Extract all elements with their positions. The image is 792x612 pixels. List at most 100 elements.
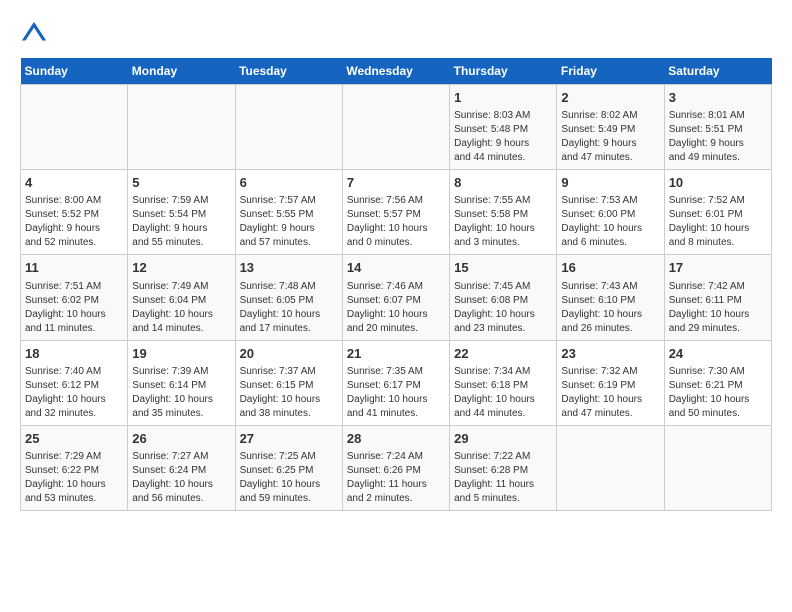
day-number: 10 — [669, 174, 767, 192]
calendar-cell: 23 Sunrise: 7:32 AM Sunset: 6:19 PM Dayli… — [557, 340, 664, 425]
day-header-saturday: Saturday — [664, 58, 771, 85]
day-info: Sunrise: 7:48 AM Sunset: 6:05 PM Dayligh… — [240, 280, 338, 336]
day-info: Sunrise: 7:35 AM Sunset: 6:17 PM Dayligh… — [347, 365, 445, 421]
day-number: 8 — [454, 174, 552, 192]
day-number: 4 — [25, 174, 123, 192]
day-number: 9 — [561, 174, 659, 192]
day-header-wednesday: Wednesday — [342, 58, 449, 85]
calendar-cell: 20 Sunrise: 7:37 AM Sunset: 6:15 PM Dayli… — [235, 340, 342, 425]
calendar-cell: 13Sunrise: 7:48 AM Sunset: 6:05 PM Dayli… — [235, 255, 342, 340]
calendar-cell: 25 Sunrise: 7:29 AM Sunset: 6:22 PM Dayli… — [21, 425, 128, 510]
calendar-cell: 10Sunrise: 7:52 AM Sunset: 6:01 PM Dayli… — [664, 170, 771, 255]
day-number: 23 — [561, 345, 659, 363]
day-info: Sunrise: 7:30 AM Sunset: 6:21 PM Dayligh… — [669, 365, 767, 421]
day-number: 24 — [669, 345, 767, 363]
day-header-monday: Monday — [128, 58, 235, 85]
calendar-cell: 6 Sunrise: 7:57 AM Sunset: 5:55 PM Daylig… — [235, 170, 342, 255]
day-info: Sunrise: 7:57 AM Sunset: 5:55 PM Dayligh… — [240, 194, 338, 250]
day-info: Sunrise: 8:01 AM Sunset: 5:51 PM Dayligh… — [669, 109, 767, 165]
day-info: Sunrise: 7:45 AM Sunset: 6:08 PM Dayligh… — [454, 280, 552, 336]
day-info: Sunrise: 7:46 AM Sunset: 6:07 PM Dayligh… — [347, 280, 445, 336]
day-number: 27 — [240, 430, 338, 448]
calendar-cell: 8 Sunrise: 7:55 AM Sunset: 5:58 PM Daylig… — [450, 170, 557, 255]
calendar-week-row: 4 Sunrise: 8:00 AM Sunset: 5:52 PM Daylig… — [21, 170, 772, 255]
day-info: Sunrise: 8:03 AM Sunset: 5:48 PM Dayligh… — [454, 109, 552, 165]
calendar-cell — [235, 85, 342, 170]
day-number: 18 — [25, 345, 123, 363]
calendar-cell — [342, 85, 449, 170]
day-number: 6 — [240, 174, 338, 192]
calendar-cell: 17 Sunrise: 7:42 AM Sunset: 6:11 PM Dayli… — [664, 255, 771, 340]
day-info: Sunrise: 8:00 AM Sunset: 5:52 PM Dayligh… — [25, 194, 123, 250]
calendar-cell — [557, 425, 664, 510]
logo-icon — [20, 20, 48, 48]
day-number: 3 — [669, 89, 767, 107]
calendar-cell: 4 Sunrise: 8:00 AM Sunset: 5:52 PM Daylig… — [21, 170, 128, 255]
day-header-thursday: Thursday — [450, 58, 557, 85]
calendar-cell: 1 Sunrise: 8:03 AM Sunset: 5:48 PM Daylig… — [450, 85, 557, 170]
calendar-cell: 11 Sunrise: 7:51 AM Sunset: 6:02 PM Dayli… — [21, 255, 128, 340]
day-info: Sunrise: 7:22 AM Sunset: 6:28 PM Dayligh… — [454, 450, 552, 506]
logo — [20, 20, 52, 48]
calendar-cell: 14Sunrise: 7:46 AM Sunset: 6:07 PM Dayli… — [342, 255, 449, 340]
calendar-week-row: 18 Sunrise: 7:40 AM Sunset: 6:12 PM Dayli… — [21, 340, 772, 425]
calendar-cell: 2 Sunrise: 8:02 AM Sunset: 5:49 PM Daylig… — [557, 85, 664, 170]
calendar-week-row: 1 Sunrise: 8:03 AM Sunset: 5:48 PM Daylig… — [21, 85, 772, 170]
calendar-header-row: SundayMondayTuesdayWednesdayThursdayFrid… — [21, 58, 772, 85]
calendar-cell: 22 Sunrise: 7:34 AM Sunset: 6:18 PM Dayli… — [450, 340, 557, 425]
calendar-cell: 5 Sunrise: 7:59 AM Sunset: 5:54 PM Daylig… — [128, 170, 235, 255]
calendar-cell: 26 Sunrise: 7:27 AM Sunset: 6:24 PM Dayli… — [128, 425, 235, 510]
calendar-cell: 29 Sunrise: 7:22 AM Sunset: 6:28 PM Dayli… — [450, 425, 557, 510]
calendar-cell: 3 Sunrise: 8:01 AM Sunset: 5:51 PM Daylig… — [664, 85, 771, 170]
day-info: Sunrise: 7:51 AM Sunset: 6:02 PM Dayligh… — [25, 280, 123, 336]
day-number: 21 — [347, 345, 445, 363]
day-info: Sunrise: 7:34 AM Sunset: 6:18 PM Dayligh… — [454, 365, 552, 421]
day-info: Sunrise: 7:53 AM Sunset: 6:00 PM Dayligh… — [561, 194, 659, 250]
day-info: Sunrise: 7:43 AM Sunset: 6:10 PM Dayligh… — [561, 280, 659, 336]
day-number: 29 — [454, 430, 552, 448]
day-number: 28 — [347, 430, 445, 448]
day-number: 11 — [25, 259, 123, 277]
day-info: Sunrise: 7:37 AM Sunset: 6:15 PM Dayligh… — [240, 365, 338, 421]
day-number: 15 — [454, 259, 552, 277]
day-header-tuesday: Tuesday — [235, 58, 342, 85]
day-info: Sunrise: 7:42 AM Sunset: 6:11 PM Dayligh… — [669, 280, 767, 336]
day-info: Sunrise: 7:56 AM Sunset: 5:57 PM Dayligh… — [347, 194, 445, 250]
calendar-week-row: 25 Sunrise: 7:29 AM Sunset: 6:22 PM Dayli… — [21, 425, 772, 510]
day-info: Sunrise: 7:40 AM Sunset: 6:12 PM Dayligh… — [25, 365, 123, 421]
calendar-cell: 12Sunrise: 7:49 AM Sunset: 6:04 PM Dayli… — [128, 255, 235, 340]
day-number: 20 — [240, 345, 338, 363]
day-header-friday: Friday — [557, 58, 664, 85]
calendar-cell: 28 Sunrise: 7:24 AM Sunset: 6:26 PM Dayli… — [342, 425, 449, 510]
day-number: 5 — [132, 174, 230, 192]
calendar-cell: 18 Sunrise: 7:40 AM Sunset: 6:12 PM Dayli… — [21, 340, 128, 425]
calendar-cell — [664, 425, 771, 510]
day-number: 26 — [132, 430, 230, 448]
calendar-cell: 19Sunrise: 7:39 AM Sunset: 6:14 PM Dayli… — [128, 340, 235, 425]
day-number: 25 — [25, 430, 123, 448]
calendar-table: SundayMondayTuesdayWednesdayThursdayFrid… — [20, 58, 772, 511]
calendar-cell: 24 Sunrise: 7:30 AM Sunset: 6:21 PM Dayli… — [664, 340, 771, 425]
calendar-cell: 7 Sunrise: 7:56 AM Sunset: 5:57 PM Daylig… — [342, 170, 449, 255]
day-number: 17 — [669, 259, 767, 277]
page-header — [20, 20, 772, 48]
day-number: 22 — [454, 345, 552, 363]
day-info: Sunrise: 7:39 AM Sunset: 6:14 PM Dayligh… — [132, 365, 230, 421]
day-info: Sunrise: 8:02 AM Sunset: 5:49 PM Dayligh… — [561, 109, 659, 165]
day-info: Sunrise: 7:32 AM Sunset: 6:19 PM Dayligh… — [561, 365, 659, 421]
day-info: Sunrise: 7:29 AM Sunset: 6:22 PM Dayligh… — [25, 450, 123, 506]
day-header-sunday: Sunday — [21, 58, 128, 85]
day-number: 16 — [561, 259, 659, 277]
day-number: 2 — [561, 89, 659, 107]
calendar-cell: 27 Sunrise: 7:25 AM Sunset: 6:25 PM Dayli… — [235, 425, 342, 510]
day-info: Sunrise: 7:49 AM Sunset: 6:04 PM Dayligh… — [132, 280, 230, 336]
day-info: Sunrise: 7:27 AM Sunset: 6:24 PM Dayligh… — [132, 450, 230, 506]
day-info: Sunrise: 7:25 AM Sunset: 6:25 PM Dayligh… — [240, 450, 338, 506]
day-info: Sunrise: 7:59 AM Sunset: 5:54 PM Dayligh… — [132, 194, 230, 250]
day-number: 7 — [347, 174, 445, 192]
calendar-cell: 21 Sunrise: 7:35 AM Sunset: 6:17 PM Dayli… — [342, 340, 449, 425]
day-info: Sunrise: 7:24 AM Sunset: 6:26 PM Dayligh… — [347, 450, 445, 506]
day-number: 1 — [454, 89, 552, 107]
calendar-cell — [21, 85, 128, 170]
day-info: Sunrise: 7:55 AM Sunset: 5:58 PM Dayligh… — [454, 194, 552, 250]
